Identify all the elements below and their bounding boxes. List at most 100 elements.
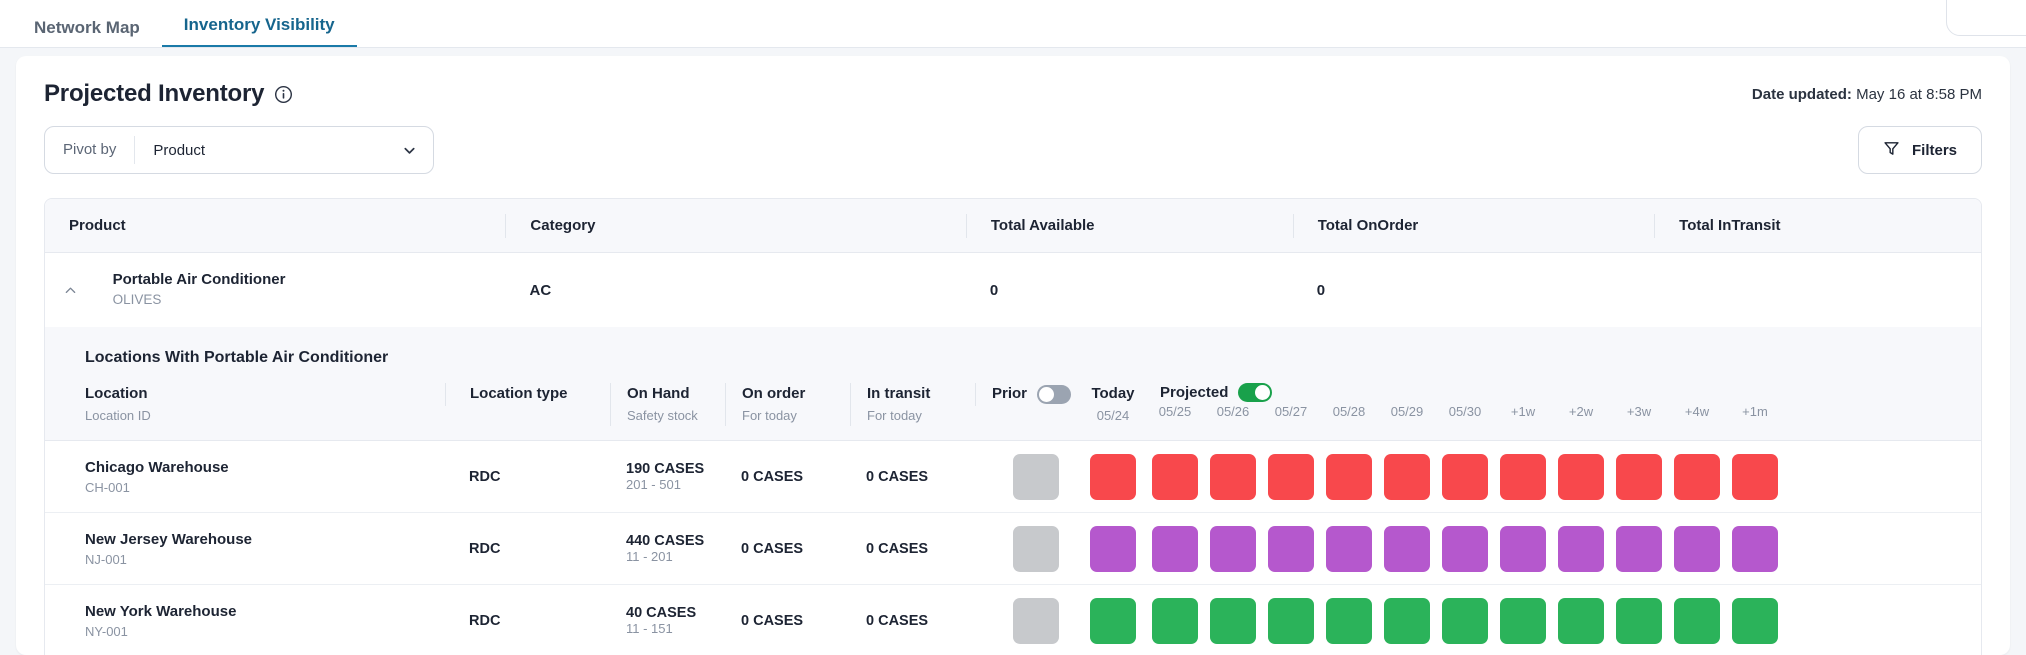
column-header-on-hand[interactable]: On Hand Safety stock bbox=[610, 383, 725, 426]
projected-status-swatch[interactable] bbox=[1268, 454, 1314, 500]
projected-status-swatch[interactable] bbox=[1732, 454, 1778, 500]
projected-status-swatch[interactable] bbox=[1558, 526, 1604, 572]
projected-status-swatch[interactable] bbox=[1442, 598, 1488, 644]
date-updated-label: Date updated: bbox=[1752, 86, 1852, 103]
cell-projected-swatch bbox=[1320, 598, 1378, 644]
column-header-location[interactable]: Location Location ID bbox=[45, 383, 445, 426]
chevron-down-icon[interactable] bbox=[402, 143, 433, 158]
projected-date[interactable]: 05/27 bbox=[1262, 402, 1320, 423]
today-status-swatch[interactable] bbox=[1090, 454, 1136, 500]
in-transit-value: 0 CASES bbox=[866, 469, 975, 485]
card-header: Projected Inventory Date updated: May 16… bbox=[16, 56, 2010, 108]
column-header-total-onorder[interactable]: Total OnOrder bbox=[1293, 214, 1654, 238]
projected-status-swatch[interactable] bbox=[1674, 454, 1720, 500]
today-status-swatch[interactable] bbox=[1090, 598, 1136, 644]
prior-status-swatch[interactable] bbox=[1013, 454, 1059, 500]
locations-rows: Chicago WarehouseCH-001RDC190 CASES201 -… bbox=[45, 441, 1981, 655]
projected-status-swatch[interactable] bbox=[1326, 526, 1372, 572]
projected-date[interactable]: 05/30 bbox=[1436, 402, 1494, 423]
projected-status-swatch[interactable] bbox=[1616, 598, 1662, 644]
projected-status-swatch[interactable] bbox=[1500, 598, 1546, 644]
in-transit-value: 0 CASES bbox=[866, 613, 975, 629]
page-body: Projected Inventory Date updated: May 16… bbox=[0, 48, 2026, 655]
column-header-on-order[interactable]: On order For today bbox=[725, 383, 850, 426]
projected-status-swatch[interactable] bbox=[1152, 526, 1198, 572]
projected-status-swatch[interactable] bbox=[1442, 526, 1488, 572]
pivot-by-select[interactable]: Pivot by Product bbox=[44, 126, 434, 174]
chevron-up-icon[interactable] bbox=[53, 284, 89, 297]
info-circle-icon[interactable] bbox=[274, 85, 293, 104]
on-order-value: 0 CASES bbox=[741, 541, 850, 557]
projected-status-swatch[interactable] bbox=[1152, 598, 1198, 644]
projected-status-swatch[interactable] bbox=[1210, 526, 1256, 572]
table-row[interactable]: New Jersey WarehouseNJ-001RDC440 CASES11… bbox=[45, 513, 1981, 585]
table-row[interactable]: New York WarehouseNY-001RDC40 CASES11 - … bbox=[45, 585, 1981, 655]
projected-date[interactable]: 05/29 bbox=[1378, 402, 1436, 423]
projected-status-swatch[interactable] bbox=[1326, 598, 1372, 644]
page-title: Projected Inventory bbox=[44, 80, 264, 108]
column-header-in-transit-sub: For today bbox=[867, 406, 975, 427]
projected-date[interactable]: 05/25 bbox=[1146, 402, 1204, 423]
tab-inventory-visibility[interactable]: Inventory Visibility bbox=[162, 16, 357, 48]
projected-status-swatch[interactable] bbox=[1442, 454, 1488, 500]
date-updated: Date updated: May 16 at 8:58 PM bbox=[1752, 86, 1982, 103]
projected-status-swatch[interactable] bbox=[1616, 454, 1662, 500]
filters-button[interactable]: Filters bbox=[1858, 126, 1982, 174]
projected-date[interactable]: 05/26 bbox=[1204, 402, 1262, 423]
projected-date[interactable]: +1w bbox=[1494, 402, 1552, 423]
column-header-total-available[interactable]: Total Available bbox=[966, 214, 1293, 238]
cell-projected-swatch bbox=[1378, 526, 1436, 572]
projected-status-swatch[interactable] bbox=[1384, 454, 1430, 500]
projected-status-swatch[interactable] bbox=[1210, 598, 1256, 644]
projected-date[interactable]: +1m bbox=[1726, 402, 1784, 423]
cell-projected-swatch bbox=[1262, 526, 1320, 572]
projected-status-swatch[interactable] bbox=[1558, 454, 1604, 500]
projected-toggle[interactable] bbox=[1238, 383, 1272, 402]
projected-date[interactable]: +3w bbox=[1610, 402, 1668, 423]
projected-date[interactable]: +2w bbox=[1552, 402, 1610, 423]
safety-stock-value: 11 - 201 bbox=[626, 549, 725, 564]
projected-status-swatch[interactable] bbox=[1384, 526, 1430, 572]
table-row[interactable]: Chicago WarehouseCH-001RDC190 CASES201 -… bbox=[45, 441, 1981, 513]
projected-status-swatch[interactable] bbox=[1500, 454, 1546, 500]
products-table: Product Category Total Available Total O… bbox=[44, 198, 1982, 655]
cell-projected-swatch bbox=[1146, 526, 1204, 572]
projected-status-swatch[interactable] bbox=[1674, 598, 1720, 644]
projected-inventory-card: Projected Inventory Date updated: May 16… bbox=[16, 56, 2010, 655]
projected-status-swatch[interactable] bbox=[1558, 598, 1604, 644]
projected-date[interactable]: +4w bbox=[1668, 402, 1726, 423]
column-header-in-transit[interactable]: In transit For today bbox=[850, 383, 975, 426]
projected-status-swatch[interactable] bbox=[1326, 454, 1372, 500]
projected-status-swatch[interactable] bbox=[1500, 526, 1546, 572]
prior-status-swatch[interactable] bbox=[1013, 598, 1059, 644]
projected-status-swatch[interactable] bbox=[1152, 454, 1198, 500]
cell-projected-swatch bbox=[1378, 598, 1436, 644]
cell-projected-swatch bbox=[1436, 526, 1494, 572]
date-updated-value: May 16 at 8:58 PM bbox=[1856, 86, 1982, 103]
filters-button-label: Filters bbox=[1912, 142, 1957, 159]
projected-status-swatch[interactable] bbox=[1384, 598, 1430, 644]
prior-toggle[interactable] bbox=[1037, 385, 1071, 404]
cell-projected-swatch bbox=[1494, 526, 1552, 572]
partial-floating-panel bbox=[1946, 0, 2026, 36]
projected-date[interactable]: 05/28 bbox=[1320, 402, 1378, 423]
today-status-swatch[interactable] bbox=[1090, 526, 1136, 572]
cell-projected-swatch bbox=[1552, 526, 1610, 572]
column-header-category[interactable]: Category bbox=[505, 214, 965, 238]
projected-status-swatch[interactable] bbox=[1616, 526, 1662, 572]
column-header-location-type[interactable]: Location type bbox=[445, 383, 610, 406]
projected-status-swatch[interactable] bbox=[1268, 598, 1314, 644]
projected-status-swatch[interactable] bbox=[1268, 526, 1314, 572]
prior-status-swatch[interactable] bbox=[1013, 526, 1059, 572]
projected-status-swatch[interactable] bbox=[1732, 598, 1778, 644]
in-transit-value: 0 CASES bbox=[866, 541, 975, 557]
table-row[interactable]: Portable Air Conditioner OLIVES AC 0 0 bbox=[45, 253, 1981, 327]
projected-status-swatch[interactable] bbox=[1674, 526, 1720, 572]
projected-status-swatch[interactable] bbox=[1210, 454, 1256, 500]
category-value: AC bbox=[530, 282, 966, 299]
product-name: Portable Air Conditioner bbox=[113, 270, 506, 290]
projected-status-swatch[interactable] bbox=[1732, 526, 1778, 572]
column-header-total-intransit[interactable]: Total InTransit bbox=[1654, 214, 1981, 238]
column-header-product[interactable]: Product bbox=[45, 214, 505, 238]
tab-network-map[interactable]: Network Map bbox=[12, 19, 162, 48]
